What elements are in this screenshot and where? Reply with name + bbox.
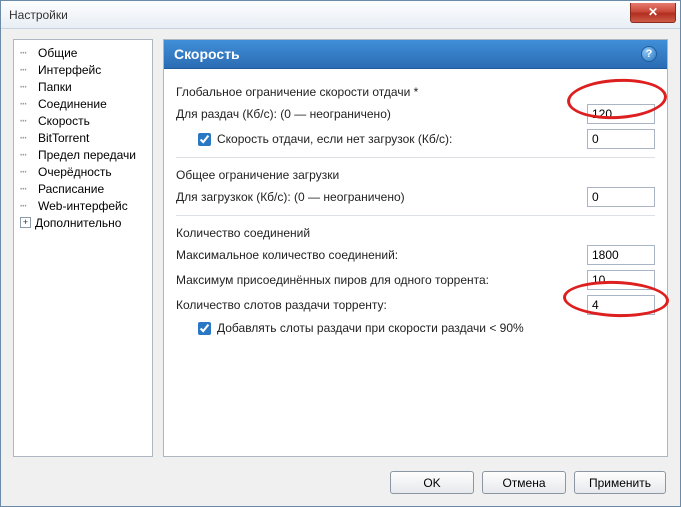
settings-window: Настройки ✕ ⋯Общие ⋯Интерфейс ⋯Папки ⋯Со…	[0, 0, 681, 507]
upload-rate-label: Для раздач (Кб/с): (0 — неограничено)	[176, 107, 577, 121]
sidebar-item[interactable]: ⋯Расписание	[16, 180, 150, 197]
nav-tree: ⋯Общие ⋯Интерфейс ⋯Папки ⋯Соединение ⋯Ск…	[13, 39, 153, 457]
ok-button[interactable]: OK	[390, 471, 474, 494]
max-conn-input[interactable]	[587, 245, 655, 265]
upload-group-title: Глобальное ограничение скорости отдачи *	[176, 85, 655, 99]
close-icon: ✕	[648, 5, 658, 19]
alt-upload-label: Скорость отдачи, если нет загрузок (Кб/с…	[217, 132, 452, 146]
alt-upload-input[interactable]	[587, 129, 655, 149]
plus-icon[interactable]: +	[20, 217, 31, 228]
sidebar-item[interactable]: ⋯Предел передачи	[16, 146, 150, 163]
sidebar-item[interactable]: ⋯Web-интерфейс	[16, 197, 150, 214]
titlebar: Настройки ✕	[1, 1, 680, 29]
max-conn-label: Максимальное количество соединений:	[176, 248, 577, 262]
sidebar-item[interactable]: ⋯BitTorrent	[16, 129, 150, 146]
cancel-button[interactable]: Отмена	[482, 471, 566, 494]
section-title: Скорость	[174, 46, 240, 62]
download-group-title: Общее ограничение загрузки	[176, 168, 655, 182]
upload-slots-label: Количество слотов раздачи торренту:	[176, 298, 577, 312]
sidebar-item-speed[interactable]: ⋯Скорость	[16, 112, 150, 129]
sidebar-item[interactable]: ⋯Интерфейс	[16, 61, 150, 78]
section-header: Скорость ?	[164, 40, 667, 69]
upload-slots-input[interactable]	[587, 295, 655, 315]
alt-upload-checkbox[interactable]	[198, 133, 211, 146]
max-peers-input[interactable]	[587, 270, 655, 290]
help-icon[interactable]: ?	[641, 46, 657, 62]
sidebar-item-advanced[interactable]: + Дополнительно	[16, 214, 150, 231]
close-button[interactable]: ✕	[630, 3, 676, 23]
download-rate-input[interactable]	[587, 187, 655, 207]
sidebar-item[interactable]: ⋯Очерёдность	[16, 163, 150, 180]
apply-button[interactable]: Применить	[574, 471, 666, 494]
content-area: ⋯Общие ⋯Интерфейс ⋯Папки ⋯Соединение ⋯Ск…	[1, 29, 680, 506]
add-slots-checkbox[interactable]	[198, 322, 211, 335]
main-panel: Скорость ? Глобальное ограничение скорос…	[163, 39, 668, 457]
sidebar-item[interactable]: ⋯Соединение	[16, 95, 150, 112]
conn-group-title: Количество соединений	[176, 226, 655, 240]
dialog-buttons: OK Отмена Применить	[390, 471, 666, 494]
add-slots-label: Добавлять слоты раздачи при скорости раз…	[217, 321, 524, 335]
sidebar-item[interactable]: ⋯Общие	[16, 44, 150, 61]
window-title: Настройки	[9, 8, 68, 22]
max-peers-label: Максимум присоединённых пиров для одного…	[176, 273, 577, 287]
download-rate-label: Для загрузкок (Кб/с): (0 — неограничено)	[176, 190, 577, 204]
sidebar-item[interactable]: ⋯Папки	[16, 78, 150, 95]
upload-rate-input[interactable]	[587, 104, 655, 124]
